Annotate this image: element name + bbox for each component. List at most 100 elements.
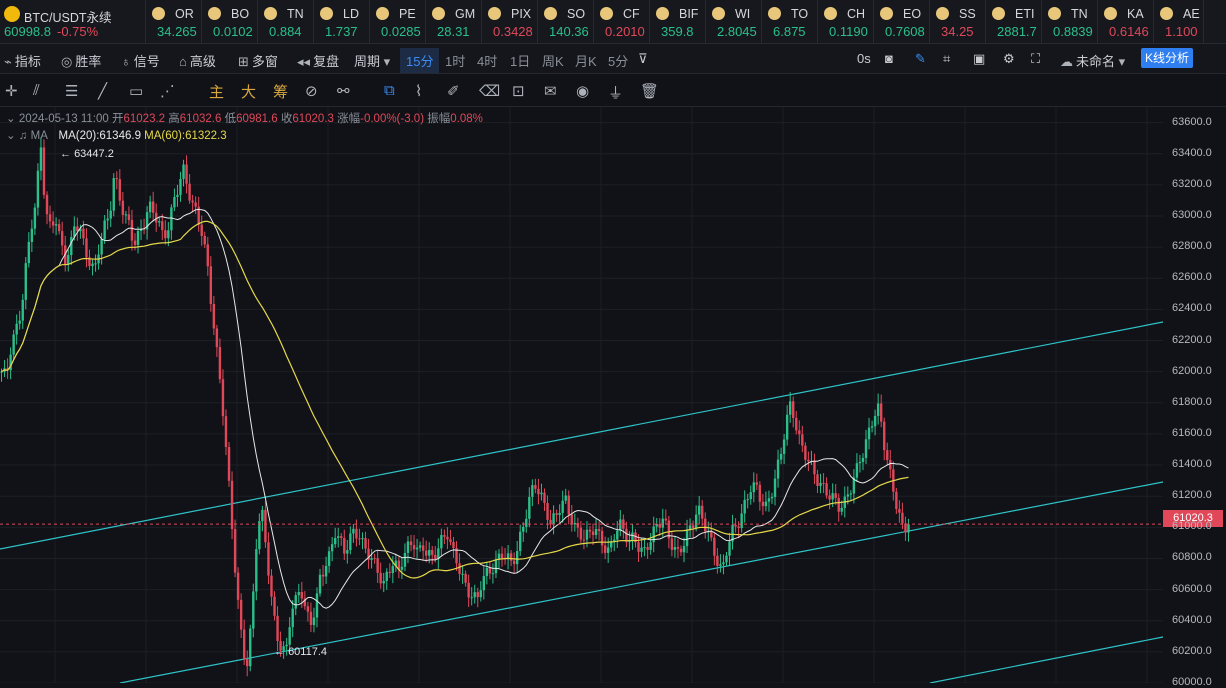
more-lines-icon[interactable]: ⋰: [160, 82, 175, 100]
eraser-icon[interactable]: ⌫: [479, 82, 500, 100]
ticker-item[interactable]: SS 34.25: [930, 0, 986, 43]
trend-line-icon[interactable]: ╱: [98, 82, 107, 100]
ticker-item[interactable]: WI 2.8045: [706, 0, 762, 43]
ohlc-legend: ⌄ 2024-05-13 11:00 开61023.2 高61032.6 低60…: [6, 110, 483, 126]
candle-body: [148, 201, 152, 213]
trash-icon[interactable]: 🗑: [640, 82, 659, 100]
signal-button[interactable]: ♁ 信号: [121, 51, 160, 70]
ticker-item[interactable]: PE 0.0285: [370, 0, 426, 43]
period-1d[interactable]: 1日: [510, 51, 530, 70]
measure-icon[interactable]: ⚯: [337, 82, 350, 100]
replay-button[interactable]: ◂◂ 复盘: [297, 51, 339, 70]
period-dropdown[interactable]: 周期 ▾: [354, 51, 393, 70]
ticker-symbol: SO: [567, 7, 586, 21]
period-15m[interactable]: 15分: [400, 48, 440, 73]
period-4h[interactable]: 4时: [477, 51, 497, 70]
candle-body: [218, 347, 222, 380]
low-label: 低: [224, 113, 237, 125]
edit-icon[interactable]: ✎: [915, 51, 926, 67]
price-tick-label: 60000.0: [1172, 676, 1212, 688]
ticker-price: 359.8: [661, 24, 694, 39]
bell-icon[interactable]: ♫: [19, 130, 28, 142]
settings-icon[interactable]: ⚙: [1003, 51, 1015, 67]
layout-dropdown[interactable]: ☁ 未命名 ▾: [1060, 51, 1128, 70]
filter-icon[interactable]: ⊽: [638, 51, 648, 67]
ticker-item[interactable]: KA 0.6146: [1098, 0, 1154, 43]
period-1h[interactable]: 1时: [445, 51, 465, 70]
candle-body: [861, 457, 865, 462]
main-toggle[interactable]: 主: [209, 81, 224, 102]
collapse-icon[interactable]: ⌄: [6, 130, 16, 142]
crosshair-icon[interactable]: ✛: [5, 82, 18, 100]
coin-icon: [4, 6, 20, 22]
multi-window-button[interactable]: ⊞ 多窗: [238, 51, 278, 70]
candle-body: [364, 538, 367, 549]
coin-icon: [1160, 7, 1173, 20]
ticker-item[interactable]: EO 0.7608: [874, 0, 930, 43]
ticker-item[interactable]: ETI 2881.7: [986, 0, 1042, 43]
ticker-item[interactable]: BIF 359.8: [650, 0, 706, 43]
candle-body: [358, 538, 361, 540]
candle-body: [173, 196, 176, 208]
coin-icon: [208, 7, 221, 20]
candle-body: [203, 235, 206, 245]
candle-body: [467, 582, 470, 598]
pattern-icon[interactable]: ⊘: [305, 82, 318, 100]
magnet-icon[interactable]: ⧉: [384, 82, 395, 99]
ticker-item[interactable]: CF 0.2010: [594, 0, 650, 43]
candle-body: [306, 606, 310, 612]
chip-toggle[interactable]: 筹: [273, 81, 288, 102]
candle-body: [109, 210, 112, 219]
countdown-label: 0s: [857, 51, 871, 66]
kline-analysis-button[interactable]: K线分析: [1141, 48, 1193, 68]
horizontal-lines-icon[interactable]: ☰: [65, 82, 78, 100]
ruler-icon[interactable]: ⌇: [415, 82, 422, 100]
ticker-item[interactable]: PIX 0.3428: [482, 0, 538, 43]
ticker-price: 0.8839: [1053, 24, 1093, 39]
annotate-icon[interactable]: ⌗: [943, 51, 950, 67]
ticker-item[interactable]: BTC/USDT永续 60998.8 -0.75%: [0, 0, 146, 43]
ticker-item[interactable]: GM 28.31: [426, 0, 482, 43]
brush-icon[interactable]: ✐: [447, 82, 460, 100]
ticker-price: 0.6146: [1109, 24, 1149, 39]
camera-icon[interactable]: ◙: [885, 51, 893, 66]
big-toggle[interactable]: 大: [241, 81, 256, 102]
candle-body: [48, 214, 52, 222]
change-label: 涨幅: [337, 113, 361, 125]
candle-body: [840, 507, 843, 512]
lock-draw-icon[interactable]: ⊡: [512, 82, 525, 100]
ticker-item[interactable]: OR 34.265: [146, 0, 202, 43]
note-icon[interactable]: ✉: [544, 82, 557, 100]
multi-line-icon[interactable]: ⫽: [33, 82, 40, 99]
candle-body: [194, 202, 197, 207]
fullscreen-icon[interactable]: ⛶: [1031, 51, 1040, 67]
period-1m[interactable]: 月K: [575, 51, 597, 70]
collapse-icon[interactable]: ⌄: [6, 113, 16, 125]
rectangle-icon[interactable]: ▭: [129, 82, 143, 100]
frame-icon[interactable]: ▣: [973, 51, 985, 67]
eye-icon[interactable]: ◉: [576, 82, 589, 100]
candle-body: [230, 480, 234, 530]
advanced-button[interactable]: ⌂ 高级: [179, 51, 216, 70]
ticker-item[interactable]: TO 6.875: [762, 0, 818, 43]
funnel-icon[interactable]: ⏚: [608, 82, 623, 103]
price-tick-label: 63200.0: [1172, 177, 1212, 190]
ticker-item[interactable]: LD 1.737: [314, 0, 370, 43]
ticker-item[interactable]: TN 0.884: [258, 0, 314, 43]
candle-body: [391, 566, 395, 574]
ticker-item[interactable]: BO 0.0102: [202, 0, 258, 43]
candle-body: [886, 450, 889, 460]
candle-body: [631, 532, 634, 542]
ticker-item[interactable]: AE 1.100: [1154, 0, 1204, 43]
period-5m[interactable]: 5分: [608, 51, 628, 70]
candle-body: [252, 591, 255, 629]
ticker-item[interactable]: CH 0.1190: [818, 0, 874, 43]
win-rate-button[interactable]: ◎ 胜率: [61, 51, 101, 70]
candle-body: [239, 599, 243, 630]
indicators-button[interactable]: ⌁ 指标: [4, 51, 41, 70]
ticker-item[interactable]: TN 0.8839: [1042, 0, 1098, 43]
price-chart[interactable]: [0, 107, 1226, 683]
ticker-item[interactable]: SO 140.36: [538, 0, 594, 43]
ma60-line: [1, 220, 909, 579]
period-1w[interactable]: 周K: [542, 51, 564, 70]
